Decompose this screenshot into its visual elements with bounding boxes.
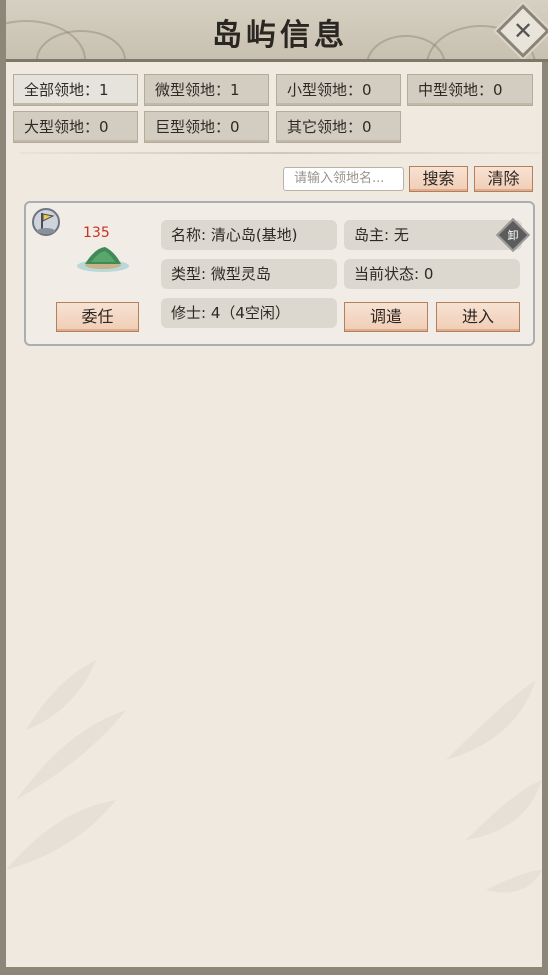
territory-card: 135 委任 名称: 清心岛(基地) 岛主: 无 卸 类型: 微型灵岛 当前状态… (24, 201, 535, 346)
filter-micro[interactable]: 微型领地：1 (144, 74, 269, 106)
filter-all[interactable]: 全部领地：1 (13, 74, 138, 106)
status-field: 当前状态: 0 (344, 259, 520, 289)
panel-frame: 岛屿信息 ✕ 全部领地：1 微型领地：1 小型领地：0 中型领地：0 大型领地：… (0, 0, 548, 975)
dispatch-button[interactable]: 调遣 (344, 302, 428, 332)
bamboo-decoration (6, 660, 542, 893)
filter-large[interactable]: 大型领地：0 (13, 111, 138, 143)
filter-huge[interactable]: 巨型领地：0 (144, 111, 269, 143)
search-input[interactable]: 请输入领地名... (283, 167, 404, 191)
header-bar: 岛屿信息 ✕ (6, 0, 548, 62)
island-icon (77, 247, 129, 272)
filter-small[interactable]: 小型领地：0 (276, 74, 401, 106)
enter-button[interactable]: 进入 (436, 302, 520, 332)
flag-icon (32, 208, 60, 236)
territory-value: 135 (83, 225, 110, 241)
divider (20, 152, 540, 154)
type-field: 类型: 微型灵岛 (161, 259, 337, 289)
appoint-button[interactable]: 委任 (56, 302, 139, 332)
clear-button[interactable]: 清除 (474, 166, 533, 192)
close-icon: ✕ (512, 17, 534, 45)
filter-other[interactable]: 其它领地：0 (276, 111, 401, 143)
cultivators-field: 修士: 4（4空闲） (161, 298, 337, 328)
page-title: 岛屿信息 (212, 18, 348, 53)
name-field: 名称: 清心岛(基地) (161, 220, 337, 250)
search-button[interactable]: 搜索 (409, 166, 468, 192)
filter-medium[interactable]: 中型领地：0 (407, 74, 533, 106)
